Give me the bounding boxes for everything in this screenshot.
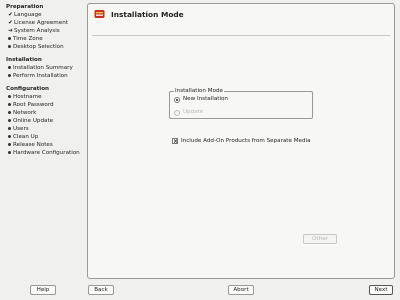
check-icon: ✔ bbox=[8, 12, 13, 18]
step-label: Desktop Selection bbox=[13, 44, 64, 50]
bullet-icon bbox=[8, 119, 11, 122]
include-addon-label[interactable]: Include Add-On Products from Separate Me… bbox=[181, 138, 311, 144]
back-button[interactable]: Back bbox=[88, 285, 114, 295]
bullet-icon bbox=[8, 45, 11, 48]
step-label: License Agreement bbox=[14, 20, 68, 26]
step-label: Installation Summary bbox=[13, 65, 73, 71]
bullet-icon bbox=[8, 95, 11, 98]
step-language: ✔Language bbox=[7, 12, 42, 18]
step-perform-installation: Perform Installation bbox=[7, 73, 68, 79]
help-button[interactable]: Help bbox=[30, 285, 56, 295]
step-desktop-selection: Desktop Selection bbox=[7, 44, 64, 50]
step-hostname: Hostname bbox=[7, 94, 42, 100]
installation-mode-group: Installation Mode New Installation Updat… bbox=[169, 88, 313, 119]
step-label: Clean Up bbox=[13, 134, 39, 140]
abort-button[interactable]: Abort bbox=[228, 285, 254, 295]
step-label: Network bbox=[13, 110, 37, 116]
step-label: Hardware Configuration bbox=[13, 150, 80, 156]
group-legend: Installation Mode bbox=[174, 88, 225, 94]
bullet-icon bbox=[8, 103, 11, 106]
update-radio[interactable] bbox=[174, 110, 180, 116]
bullet-icon bbox=[8, 74, 11, 77]
step-clean-up: Clean Up bbox=[7, 134, 38, 140]
step-release-notes: Release Notes bbox=[7, 142, 53, 148]
step-installation-summary: Installation Summary bbox=[7, 65, 73, 71]
bullet-icon bbox=[8, 127, 11, 130]
step-network: Network bbox=[7, 110, 36, 116]
step-label: Language bbox=[14, 12, 42, 18]
step-label: Users bbox=[13, 126, 29, 132]
next-button[interactable]: Next bbox=[369, 285, 393, 295]
bullet-icon bbox=[8, 66, 11, 69]
new-installation-label[interactable]: New Installation bbox=[183, 96, 228, 102]
header-divider bbox=[92, 35, 390, 36]
update-label[interactable]: Update bbox=[183, 109, 203, 115]
step-label: Online Update bbox=[13, 118, 54, 124]
step-system-analysis: ➔System Analysis bbox=[7, 28, 60, 34]
dialog-header: Installation Mode bbox=[92, 8, 392, 22]
installation-steps-sidebar: Preparation ✔Language ✔License Agreement… bbox=[0, 0, 84, 300]
new-installation-radio[interactable] bbox=[174, 97, 180, 103]
other-button[interactable]: Other bbox=[303, 234, 337, 244]
installation-mode-icon bbox=[94, 10, 105, 18]
step-root-password: Root Password bbox=[7, 102, 54, 108]
bullet-icon bbox=[8, 151, 11, 154]
arrow-right-icon: ➔ bbox=[8, 28, 13, 34]
step-time-zone: Time Zone bbox=[7, 36, 43, 42]
section-preparation: Preparation bbox=[6, 4, 44, 10]
bullet-icon bbox=[8, 135, 11, 138]
section-installation: Installation bbox=[6, 57, 42, 63]
bullet-icon bbox=[8, 111, 11, 114]
step-hardware-configuration: Hardware Configuration bbox=[7, 150, 80, 156]
step-license-agreement: ✔License Agreement bbox=[7, 20, 68, 26]
section-configuration: Configuration bbox=[6, 86, 50, 92]
include-addon-checkbox[interactable]: × bbox=[172, 138, 178, 145]
page-title: Installation Mode bbox=[111, 10, 184, 19]
step-label: Time Zone bbox=[13, 36, 43, 42]
bullet-icon bbox=[8, 143, 11, 146]
content-panel: Installation Mode Installation Mode New … bbox=[87, 3, 395, 279]
step-online-update: Online Update bbox=[7, 118, 53, 124]
bullet-icon bbox=[8, 37, 11, 40]
step-label: System Analysis bbox=[14, 28, 60, 34]
check-icon: ✔ bbox=[8, 20, 13, 26]
step-label: Release Notes bbox=[13, 142, 53, 148]
step-label: Hostname bbox=[13, 94, 42, 100]
step-users: Users bbox=[7, 126, 29, 132]
step-label: Root Password bbox=[13, 102, 54, 108]
step-label: Perform Installation bbox=[13, 73, 68, 79]
